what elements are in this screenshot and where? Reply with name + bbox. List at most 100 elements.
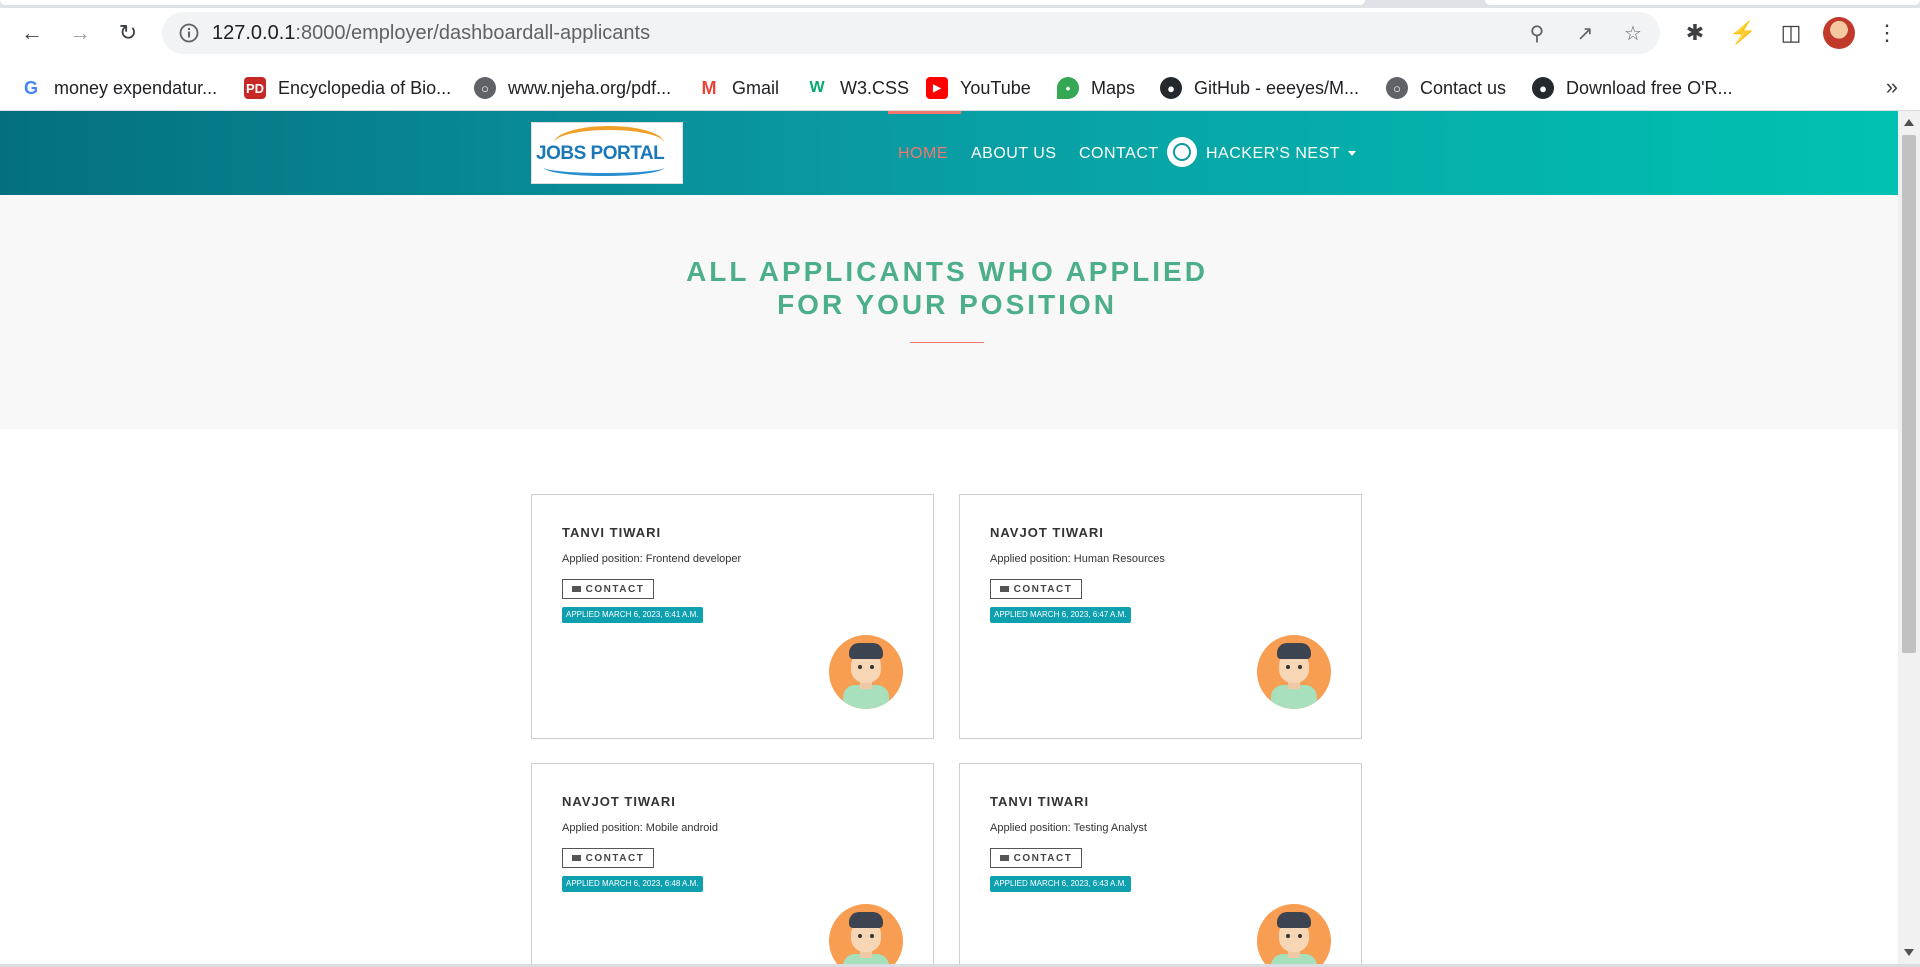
github-icon: ● — [1160, 77, 1182, 99]
applicant-name: TANVI TIWARI — [562, 525, 662, 540]
nav-user-dropdown[interactable]: HACKER'S NEST — [1206, 145, 1357, 163]
globe-icon: ○ — [474, 77, 496, 99]
tab-active[interactable] — [0, 0, 1365, 5]
forward-button[interactable]: → — [64, 17, 96, 49]
side-panel-icon[interactable]: ◫ — [1775, 17, 1807, 49]
nav-user-label: HACKER'S NEST — [1206, 145, 1341, 162]
nav-active-indicator — [888, 111, 961, 114]
bookmark-label: Gmail — [732, 77, 780, 98]
applicant-card: TANVI TIWARI Applied position: Frontend … — [531, 494, 934, 739]
contact-label: CONTACT — [585, 852, 645, 864]
nav-contact[interactable]: CONTACT — [1079, 145, 1159, 163]
bookmark-item[interactable]: W W3.CSS — [806, 76, 909, 100]
tab-strip — [0, 0, 1920, 8]
scroll-up-icon[interactable] — [1904, 119, 1914, 126]
page-title-line2: FOR YOUR POSITION — [777, 289, 1117, 320]
applied-position: Applied position: Human Resources — [990, 553, 1165, 565]
bookmark-item[interactable]: ▶ YouTube — [926, 76, 1031, 100]
page-title-line1: ALL APPLICANTS WHO APPLIED — [686, 256, 1208, 287]
applicant-name: NAVJOT TIWARI — [990, 525, 1104, 540]
bookmark-item[interactable]: ○ Contact us — [1386, 76, 1506, 100]
applied-position: Applied position: Testing Analyst — [990, 822, 1147, 834]
contact-label: CONTACT — [1013, 583, 1073, 595]
zoom-out-icon[interactable]: ⚲ — [1524, 20, 1550, 46]
page-title: ALL APPLICANTS WHO APPLIED FOR YOUR POSIT… — [0, 255, 1894, 321]
envelope-icon — [999, 855, 1009, 861]
caret-down-icon — [1348, 151, 1357, 157]
bookmark-item[interactable]: ○ www.njeha.org/pdf... — [474, 76, 671, 100]
page-hero: ALL APPLICANTS WHO APPLIED FOR YOUR POSIT… — [0, 195, 1898, 429]
contact-button[interactable]: CONTACT — [562, 848, 654, 868]
site-header: JOBS PORTAL HOME ABOUT US CONTACT HACKER… — [0, 111, 1898, 195]
bookmark-star-icon[interactable]: ☆ — [1620, 20, 1646, 46]
scroll-down-icon[interactable] — [1904, 949, 1914, 956]
contact-button[interactable]: CONTACT — [990, 579, 1082, 599]
browser-toolbar: ← → ↻ 127.0.0.1:8000/employer/dashboarda… — [0, 0, 1920, 66]
bookmark-item[interactable]: ● Download free O'R... — [1532, 76, 1733, 100]
applied-date-badge: APPLIED MARCH 6, 2023, 6:41 A.M. — [562, 607, 703, 623]
share-icon[interactable]: ↗ — [1572, 20, 1598, 46]
envelope-icon — [999, 586, 1009, 592]
bookmark-label: Contact us — [1420, 77, 1507, 98]
url-path: :8000/employer/dashboardall-applicants — [295, 22, 651, 44]
nav-about[interactable]: ABOUT US — [971, 145, 1057, 163]
applicant-name: TANVI TIWARI — [990, 794, 1090, 809]
logo-swoosh-bottom — [544, 159, 664, 176]
github-icon: ● — [1532, 77, 1554, 99]
site-info-icon[interactable] — [178, 22, 200, 44]
applicant-card: NAVJOT TIWARI Applied position: Human Re… — [959, 494, 1362, 739]
page-scrollbar[interactable] — [1898, 111, 1920, 964]
back-button[interactable]: ← — [16, 17, 48, 49]
bookmark-label: YouTube — [960, 77, 1031, 98]
applicant-avatar — [1257, 635, 1331, 709]
page-viewport: JOBS PORTAL HOME ABOUT US CONTACT HACKER… — [0, 111, 1898, 964]
applied-date-badge: APPLIED MARCH 6, 2023, 6:47 A.M. — [990, 607, 1131, 623]
bookmark-label: www.njeha.org/pdf... — [508, 77, 672, 98]
bookmark-label: Maps — [1091, 77, 1136, 98]
contact-button[interactable]: CONTACT — [990, 848, 1082, 868]
gmail-icon: M — [698, 77, 720, 99]
globe-icon: ○ — [1386, 77, 1408, 99]
google-icon: G — [20, 77, 42, 99]
applied-date-badge: APPLIED MARCH 6, 2023, 6:48 A.M. — [562, 876, 703, 892]
pd-icon: PD — [244, 77, 266, 99]
applied-position: Applied position: Mobile android — [562, 822, 718, 834]
maps-icon: • — [1057, 77, 1079, 99]
title-divider — [910, 342, 984, 343]
applied-date-badge: APPLIED MARCH 6, 2023, 6:43 A.M. — [990, 876, 1131, 892]
bookmarks-bar: Gmoney expendatur... PD Encyclopedia of B… — [0, 66, 1920, 111]
reload-button[interactable]: ↻ — [112, 17, 144, 49]
applicant-card: NAVJOT TIWARI Applied position: Mobile a… — [531, 763, 934, 964]
tab-inactive[interactable] — [1485, 0, 1920, 5]
contact-label: CONTACT — [1013, 852, 1073, 864]
applicant-card: TANVI TIWARI Applied position: Testing A… — [959, 763, 1362, 964]
bookmarks-overflow-icon[interactable]: » — [1886, 74, 1898, 100]
user-avatar-icon[interactable] — [1167, 137, 1197, 167]
applicant-avatar — [829, 904, 903, 964]
contact-button[interactable]: CONTACT — [562, 579, 654, 599]
performance-icon[interactable]: ⚡ — [1727, 17, 1759, 49]
applicant-avatar — [829, 635, 903, 709]
url-host: 127.0.0.1 — [212, 22, 296, 44]
scroll-thumb[interactable] — [1902, 135, 1916, 653]
youtube-icon: ▶ — [926, 77, 948, 99]
bookmark-item[interactable]: PD Encyclopedia of Bio... — [244, 76, 451, 100]
contact-label: CONTACT — [585, 583, 645, 595]
bookmark-item[interactable]: M Gmail — [698, 76, 779, 100]
bookmark-label: Encyclopedia of Bio... — [278, 77, 452, 98]
address-bar[interactable]: 127.0.0.1:8000/employer/dashboardall-app… — [162, 12, 1660, 54]
site-logo[interactable]: JOBS PORTAL — [531, 122, 683, 184]
extensions-icon[interactable]: ✱ — [1679, 17, 1711, 49]
bookmark-item[interactable]: ● GitHub - eeeyes/M... — [1160, 76, 1359, 100]
nav-home[interactable]: HOME — [898, 145, 948, 163]
applicant-name: NAVJOT TIWARI — [562, 794, 676, 809]
applied-position: Applied position: Frontend developer — [562, 553, 742, 565]
envelope-icon — [571, 855, 581, 861]
url-text: 127.0.0.1:8000/employer/dashboardall-app… — [212, 22, 650, 45]
bookmark-item[interactable]: Gmoney expendatur... — [20, 76, 217, 100]
bookmark-item[interactable]: • Maps — [1057, 76, 1135, 100]
bookmark-label: Download free O'R... — [1566, 77, 1733, 98]
envelope-icon — [571, 586, 581, 592]
profile-avatar[interactable] — [1823, 17, 1855, 49]
menu-icon[interactable]: ⋮ — [1871, 17, 1903, 49]
